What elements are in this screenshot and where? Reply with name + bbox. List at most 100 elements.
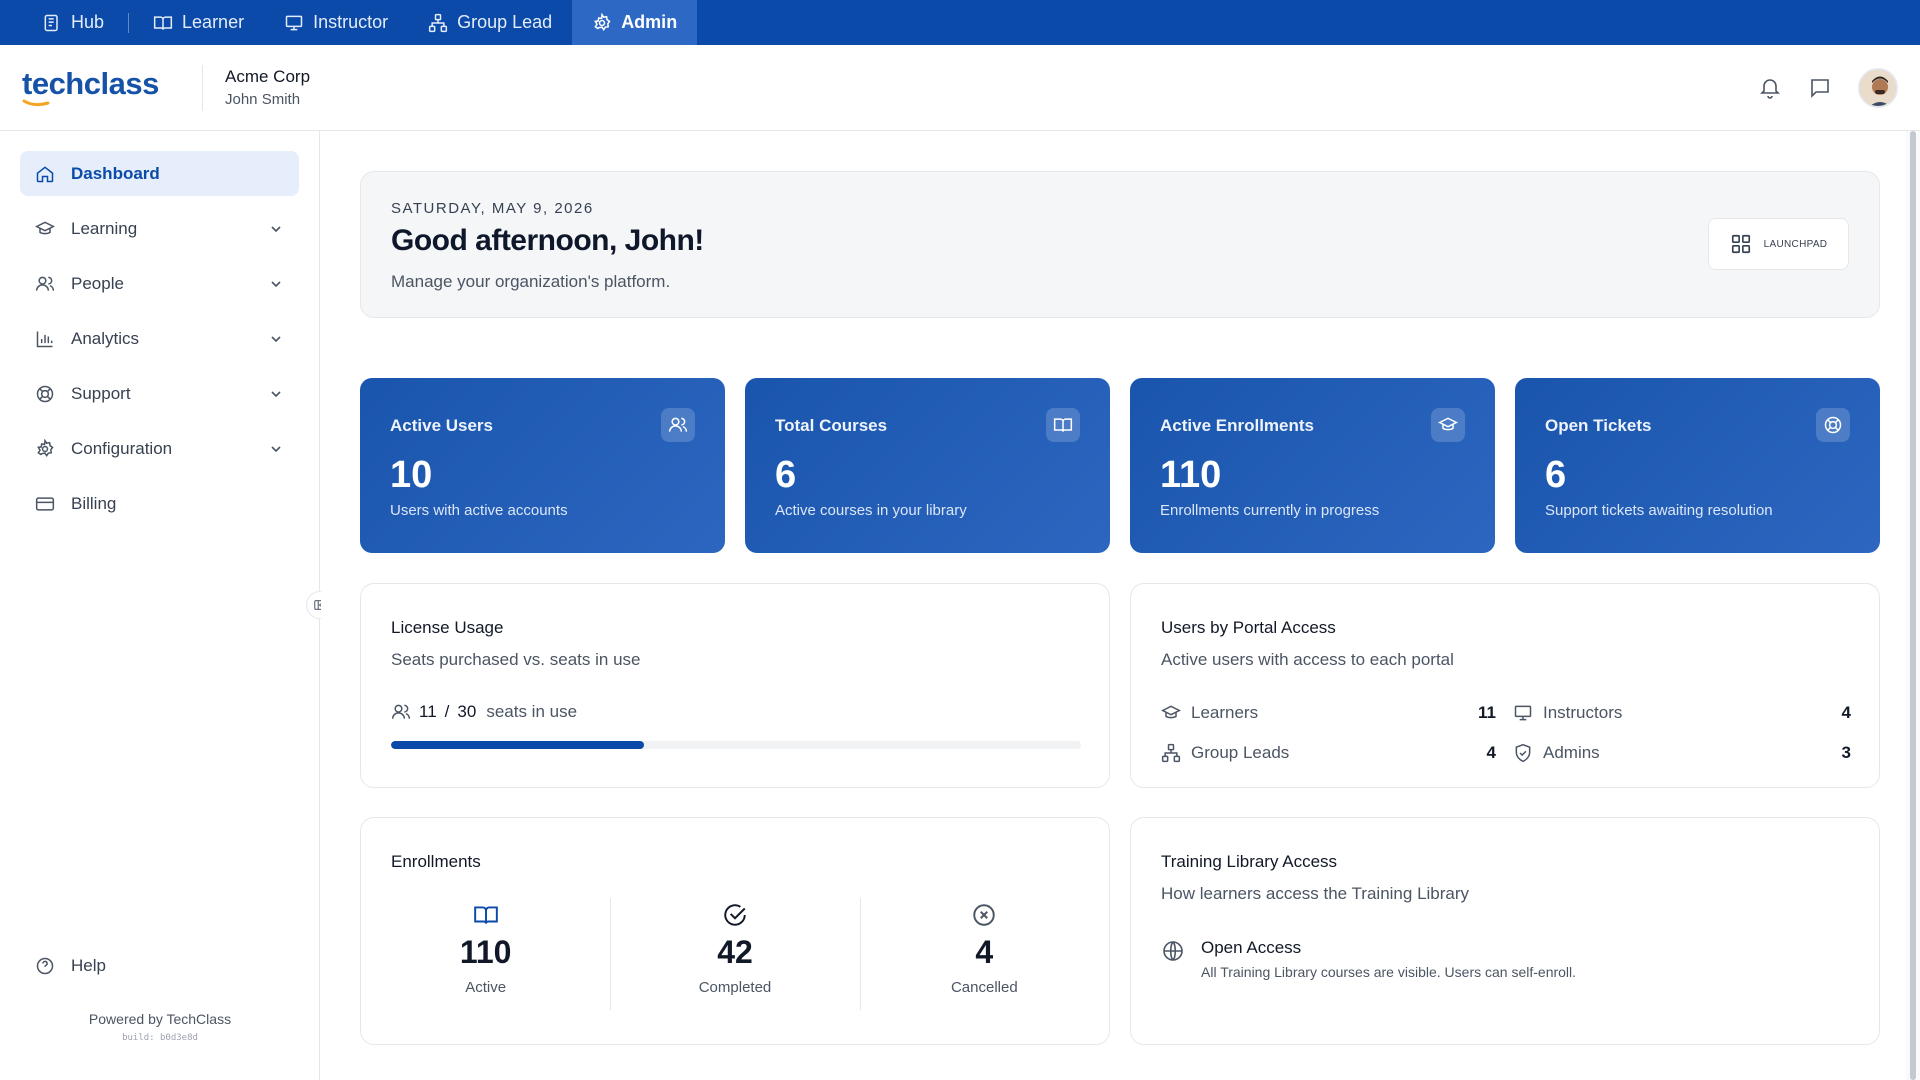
enrollment-label: Completed [698,979,772,996]
portal-access-label: Admins [1543,743,1600,762]
sidebar-item-configuration[interactable]: Configuration [20,426,299,471]
stat-icon-box [661,408,695,442]
main-scrollbar[interactable] [1906,131,1920,1080]
portal-tab-learner[interactable]: Learner [133,0,264,45]
enrollment-stat-active: 110 Active [361,898,610,1010]
scrollbar-thumb[interactable] [1910,131,1916,1080]
portal-access-count: 4 [1841,703,1851,722]
hierarchy-icon [1161,743,1181,763]
chevron-down-icon [271,390,281,397]
portal-tab-label: Hub [71,12,105,32]
seats-summary: 11 / 30 seats in use [391,702,577,722]
current-date: SATURDAY, MAY 9, 2026 [391,200,594,217]
hierarchy-icon [429,13,448,32]
hub-icon [44,14,58,31]
portal-tab-label: Group Lead [457,12,553,32]
stat-card-active-users[interactable]: Active Users 10 Users with active accoun… [360,378,725,553]
book-open-icon [473,906,498,924]
sidebar-item-dashboard[interactable]: Dashboard [20,151,299,196]
org-switcher[interactable]: Acme Corp John Smith [225,67,310,108]
sidebar-item-label: Dashboard [71,163,160,183]
welcome-card: SATURDAY, MAY 9, 2026 Good afternoon, Jo… [360,171,1880,318]
license-progress-fill [391,741,645,749]
bar-chart-icon [36,331,53,347]
header-actions [1758,45,1898,131]
sidebar-item-label: Billing [71,493,117,513]
stat-title: Active Enrollments [1160,416,1314,435]
seats-separator: / [444,702,450,721]
chevron-down-icon [271,280,281,287]
sidebar-item-billing[interactable]: Billing [20,481,299,526]
seats-used: 11 [419,702,437,721]
sidebar-item-analytics[interactable]: Analytics [20,316,299,361]
graduation-cap-icon [35,220,55,234]
license-progress-bar [391,741,1081,749]
panel-title: Users by Portal Access [1161,618,1336,637]
bell-icon[interactable] [1758,76,1782,100]
sidebar-item-people[interactable]: People [20,261,299,306]
gear-icon [37,438,54,457]
user-photo-icon [1860,70,1896,106]
user-name: John Smith [225,91,301,108]
check-circle-icon [724,904,746,926]
home-icon [36,165,54,182]
panel-subtitle: Active users with access to each portal [1161,650,1454,669]
portal-separator [128,12,130,33]
book-open-icon [153,15,173,30]
app-header: techclass Acme Corp John Smith [0,45,1920,131]
help-circle-icon [36,957,54,975]
sidebar-item-label: Support [71,383,131,403]
portal-access-row-instructors: Instructors 4 [1513,702,1851,724]
stat-value: 6 [1545,454,1567,496]
logo-text: techclass [22,65,159,101]
launchpad-button[interactable]: LAUNCHPAD [1708,218,1849,270]
portal-access-label: Group Leads [1191,743,1290,762]
credit-card-icon [35,496,55,511]
license-usage-panel: License Usage Seats purchased vs. seats … [360,583,1110,788]
panel-title: Enrollments [391,852,481,871]
stat-description: Support tickets awaiting resolution [1545,502,1773,519]
enrollments-panel: Enrollments 110 Active 42 Completed 4 Ca… [360,817,1110,1045]
portal-tab-instructor[interactable]: Instructor [264,0,408,45]
portal-tab-hub[interactable]: Hub [22,0,124,45]
enrollment-label: Cancelled [950,979,1018,996]
portal-tab-group-lead[interactable]: Group Lead [408,0,572,45]
stat-icon-box [1046,408,1080,442]
stat-description: Enrollments currently in progress [1160,502,1380,519]
portal-tab-label: Instructor [313,12,389,32]
grid-icon [1731,234,1750,254]
shield-check-icon [1515,743,1531,763]
stat-description: Users with active accounts [390,502,568,519]
stat-card-active-enrollments[interactable]: Active Enrollments 110 Enrollments curre… [1130,378,1495,553]
enrollment-stat-completed: 42 Completed [610,898,859,1010]
sidebar-item-learning[interactable]: Learning [20,206,299,251]
portal-access-row-learners: Learners 11 [1161,702,1496,724]
lifebuoy-icon [36,385,54,402]
panel-subtitle: How learners access the Training Library [1161,884,1470,903]
stat-icon-box [1431,408,1465,442]
access-mode-title: Open Access [1201,938,1302,957]
sidebar-nav: Dashboard Learning People Analytics Supp… [0,131,319,526]
chevron-down-icon [271,445,281,452]
message-icon[interactable] [1808,76,1832,100]
enrollment-value: 42 [717,934,753,970]
techclass-logo[interactable]: techclass [22,65,172,107]
help-label: Help [71,956,106,975]
chevron-down-icon [271,335,281,342]
presentation-icon [285,15,303,30]
enrollment-value: 110 [459,934,512,970]
seats-suffix: seats in use [486,702,578,721]
enrollment-stats: 110 Active 42 Completed 4 Cancelled [361,898,1109,1010]
portal-tab-admin[interactable]: Admin [572,0,698,45]
sidebar-item-label: Analytics [71,328,140,348]
avatar[interactable] [1858,68,1898,108]
portal-access-count: 11 [1478,703,1496,722]
sidebar-item-support[interactable]: Support [20,371,299,416]
stat-card-open-tickets[interactable]: Open Tickets 6 Support tickets awaiting … [1515,378,1880,553]
help-link[interactable]: Help [35,956,106,976]
globe-icon [1163,941,1183,961]
access-mode-description: All Training Library courses are visible… [1201,964,1577,980]
stat-card-total-courses[interactable]: Total Courses 6 Active courses in your l… [745,378,1110,553]
powered-by: Powered by TechClass [88,1011,232,1027]
seats-total: 30 [457,702,477,721]
